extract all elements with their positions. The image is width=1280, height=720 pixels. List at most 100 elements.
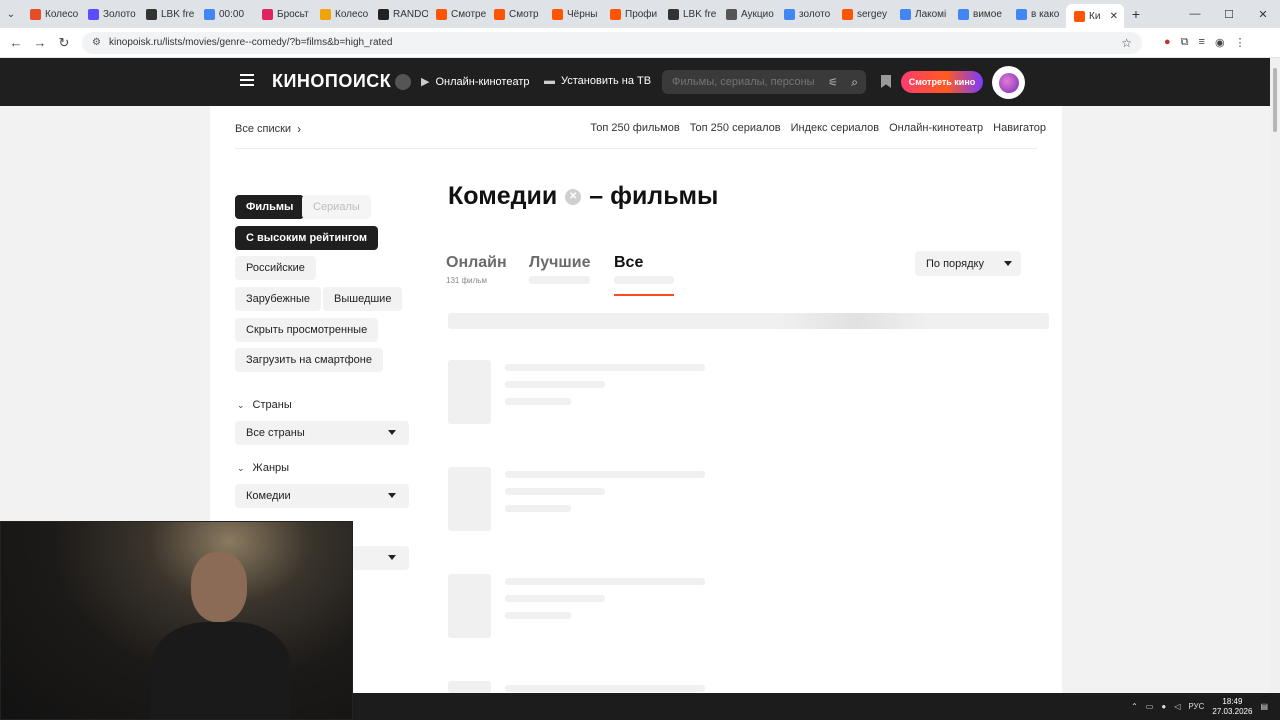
bookmark-star-icon[interactable]: ☆: [1121, 36, 1132, 50]
browser-tab[interactable]: RANDO: [370, 2, 428, 26]
reading-list-icon[interactable]: ≡: [1199, 36, 1205, 49]
play-icon: ▶: [421, 76, 430, 88]
chip-foreign[interactable]: Зарубежные: [235, 287, 322, 311]
menu-burger-icon[interactable]: [240, 74, 254, 88]
skeleton-line: [505, 612, 571, 619]
chip-films[interactable]: Фильмы: [235, 195, 305, 219]
language-indicator[interactable]: РУС: [1188, 702, 1204, 711]
nav-series-index[interactable]: Индекс сериалов: [791, 122, 880, 134]
address-bar-row: ← → ↻ ⚙ kinopoisk.ru/lists/movies/genre-…: [0, 28, 1280, 58]
scrollbar-thumb[interactable]: [1273, 68, 1277, 132]
browser-tab[interactable]: Колесо: [22, 2, 80, 26]
tab-title: Ки: [1089, 10, 1101, 22]
profile-icon[interactable]: ◉: [1215, 36, 1225, 49]
maximize-icon[interactable]: ☐: [1212, 8, 1246, 21]
install-tv-label: Установить на ТВ: [561, 75, 652, 87]
browser-tab[interactable]: вимое: [950, 2, 1008, 26]
chip-hide-watched[interactable]: Скрыть просмотренные: [235, 318, 379, 342]
browser-tab[interactable]: LBK fre: [138, 2, 196, 26]
search-input[interactable]: [672, 76, 822, 88]
site-info-icon[interactable]: ⚙: [92, 37, 101, 48]
browser-tab[interactable]: Смотр: [486, 2, 544, 26]
tab-online-count: 131 фильм: [446, 276, 487, 285]
page-scrollbar[interactable]: [1270, 58, 1280, 694]
remove-genre-icon[interactable]: ✕: [565, 188, 582, 205]
reload-icon[interactable]: ↻: [52, 35, 76, 51]
close-window-icon[interactable]: ✕: [1246, 8, 1280, 21]
browser-tab[interactable]: Смотре: [428, 2, 486, 26]
new-tab-icon[interactable]: +: [1124, 6, 1148, 22]
tab-search-icon[interactable]: ⌄: [0, 0, 22, 28]
tab-best[interactable]: Лучшие: [529, 254, 590, 272]
tab-favicon-icon: [378, 8, 389, 20]
volume-icon[interactable]: ◁: [1174, 702, 1180, 711]
chip-series[interactable]: Сериалы: [302, 195, 371, 219]
extensions-puzzle-icon[interactable]: ⧉: [1181, 36, 1189, 49]
tab-title: Бросьт: [277, 8, 309, 20]
system-tray: ⌃ ▭ ● ◁ РУС 18:49 27.03.2026 ▤: [1131, 693, 1268, 720]
tab-close-icon[interactable]: ✕: [1110, 11, 1118, 22]
browser-tab[interactable]: Профи: [602, 2, 660, 26]
microphone-icon[interactable]: ●: [1161, 702, 1166, 711]
notifications-icon[interactable]: ▤: [1260, 702, 1268, 711]
extension-icon[interactable]: ●: [1164, 36, 1171, 49]
webcam-overlay: [0, 521, 353, 720]
chip-released[interactable]: Вышедшие: [323, 287, 403, 311]
nav-top250-series[interactable]: Топ 250 сериалов: [690, 122, 781, 134]
browser-tab[interactable]: в како: [1008, 2, 1066, 26]
chip-high-rating[interactable]: С высоким рейтингом: [235, 226, 378, 250]
tab-favicon-icon: [204, 8, 215, 20]
back-icon[interactable]: ←: [4, 35, 28, 50]
chip-download[interactable]: Загрузить на смартфоне: [235, 348, 383, 372]
tab-favicon-icon: [668, 8, 679, 20]
browser-tab[interactable]: LBK fre: [660, 2, 718, 26]
sort-select-value: По порядку: [926, 257, 984, 270]
online-cinema-label: Онлайн-кинотеатр: [435, 75, 530, 88]
dropdown-arrow-icon: [388, 555, 396, 560]
minimize-icon[interactable]: —: [1178, 8, 1212, 20]
browser-menu-icon[interactable]: ⋮: [1235, 36, 1246, 49]
sort-select[interactable]: По порядку: [915, 251, 1021, 276]
install-tv-link[interactable]: ▬ Установить на ТВ: [544, 75, 651, 87]
kinopoisk-logo[interactable]: КИНОПОИСК: [272, 71, 412, 92]
clock[interactable]: 18:49 27.03.2026: [1212, 697, 1252, 717]
watch-movies-button[interactable]: Смотреть кино: [901, 71, 983, 93]
streamer-figure: [151, 552, 291, 719]
tray-chevron-icon[interactable]: ⌃: [1131, 702, 1138, 711]
skeleton-line: [505, 398, 571, 405]
browser-tab[interactable]: 00:00: [196, 2, 254, 26]
nav-top250-films[interactable]: Топ 250 фильмов: [590, 122, 679, 134]
network-icon[interactable]: ▭: [1146, 702, 1154, 711]
nav-navigator[interactable]: Навигатор: [993, 122, 1046, 134]
chip-russian[interactable]: Российские: [235, 256, 316, 280]
browser-tab[interactable]: Колесо: [312, 2, 370, 26]
browser-tab[interactable]: Чёрны: [544, 2, 602, 26]
bookmark-icon[interactable]: [881, 75, 891, 88]
browser-tab[interactable]: Аукцио: [718, 2, 776, 26]
avatar[interactable]: [992, 66, 1025, 99]
nav-online-cinema[interactable]: Онлайн-кинотеатр: [889, 122, 983, 134]
browser-tab[interactable]: золото: [776, 2, 834, 26]
countries-select[interactable]: Все страны: [235, 421, 409, 445]
countries-section-header[interactable]: ⌄ Страны: [237, 399, 292, 411]
url-bar[interactable]: ⚙ kinopoisk.ru/lists/movies/genre--comed…: [82, 31, 1142, 54]
browser-tab[interactable]: sergey: [834, 2, 892, 26]
tab-all[interactable]: Все: [614, 254, 643, 272]
browser-tab-active[interactable]: Ки ✕: [1066, 4, 1124, 28]
skeleton-line: [505, 595, 605, 602]
browser-tab[interactable]: Лакомі: [892, 2, 950, 26]
forward-icon[interactable]: →: [28, 35, 52, 50]
search-filter-icon[interactable]: ⚟: [828, 76, 838, 89]
skeleton-poster: [448, 467, 491, 531]
browser-tab[interactable]: Бросьт: [254, 2, 312, 26]
browser-tab[interactable]: Золото: [80, 2, 138, 26]
tab-online[interactable]: Онлайн: [446, 254, 507, 272]
online-cinema-link[interactable]: ▶ Онлайн-кинотеатр: [421, 75, 530, 89]
tab-title: LBK fre: [683, 8, 717, 20]
genres-section-header[interactable]: ⌄ Жанры: [237, 462, 289, 474]
browser-tabs: Колесо Золото LBK fre 00:00 Бросьт Колесо RAND…: [22, 0, 1124, 28]
window-controls: — ☐ ✕: [1178, 0, 1280, 28]
breadcrumb[interactable]: Все списки ›: [235, 122, 301, 136]
search-icon[interactable]: ⌕: [851, 75, 858, 90]
genres-select[interactable]: Комедии: [235, 484, 409, 508]
